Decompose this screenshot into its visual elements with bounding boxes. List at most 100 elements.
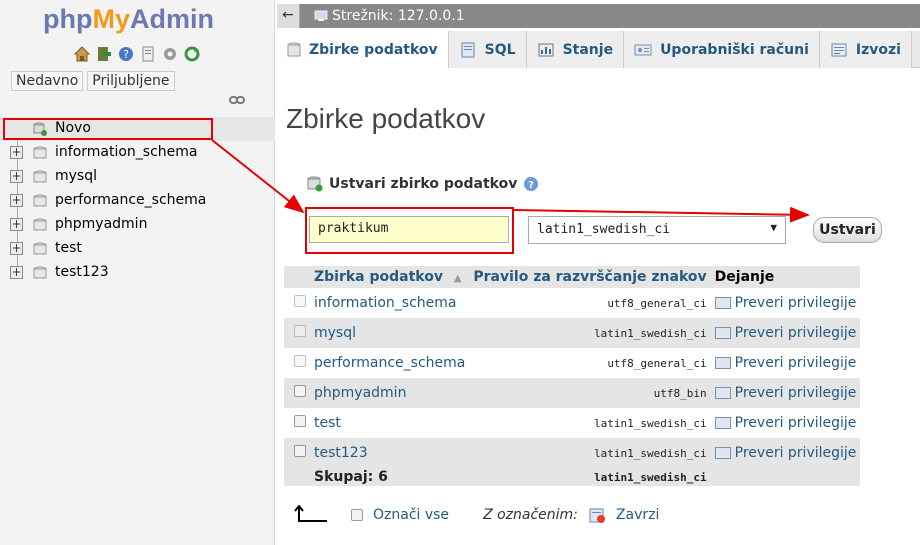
collation-cell: utf8_general_ci	[469, 348, 711, 378]
database-icon	[33, 218, 47, 231]
favorites-tab[interactable]: Priljubljene	[87, 71, 175, 91]
database-link[interactable]: mysql	[310, 318, 470, 348]
table-total-row: Skupaj: 6 latin1_swedish_ci	[284, 468, 861, 486]
database-link[interactable]: performance_schema	[310, 348, 470, 378]
row-checkbox[interactable]	[294, 445, 306, 457]
collation-cell: latin1_swedish_ci	[469, 438, 711, 468]
svg-text:?: ?	[528, 180, 534, 191]
check-privileges-link[interactable]: Preveri privilegije	[710, 378, 861, 408]
check-privileges-link[interactable]: Preveri privilegije	[710, 408, 861, 438]
tab-status[interactable]: Stanje	[526, 31, 625, 68]
database-link[interactable]: phpmyadmin	[310, 378, 470, 408]
tree-item-test[interactable]: + test	[0, 237, 275, 261]
nav-tabs: Nedavno Priljubljene	[11, 71, 175, 91]
new-database-icon	[307, 176, 323, 192]
tree-item-phpmyadmin[interactable]: + phpmyadmin	[0, 213, 275, 237]
database-link[interactable]: information_schema	[310, 288, 470, 318]
row-checkbox[interactable]	[294, 415, 306, 427]
tab-databases[interactable]: Zbirke podatkov	[277, 31, 449, 68]
privileges-icon	[714, 417, 731, 429]
database-icon	[287, 42, 301, 56]
table-row: mysql latin1_swedish_ci Preveri privileg…	[284, 318, 861, 348]
tree-item-test123[interactable]: + test123	[0, 261, 275, 285]
collation-select[interactable]: latin1_swedish_ci ▼	[528, 216, 786, 244]
table-row: test123 latin1_swedish_ci Preveri privil…	[284, 438, 861, 468]
select-all-label[interactable]: Označi vse	[373, 507, 449, 523]
home-icon[interactable]	[73, 45, 91, 63]
expand-icon[interactable]: +	[10, 146, 23, 159]
sql-icon	[461, 42, 475, 57]
database-link[interactable]: test	[310, 408, 470, 438]
tree-item-mysql[interactable]: + mysql	[0, 165, 275, 189]
help-icon[interactable]: ?	[523, 176, 539, 192]
header-collation[interactable]: Pravilo za razvrščanje znakov	[469, 266, 711, 288]
link-icon[interactable]	[229, 95, 245, 105]
databases-table: Zbirka podatkov ▲ Pravilo za razvrščanje…	[284, 266, 861, 486]
expand-icon[interactable]: +	[10, 266, 23, 279]
database-icon	[33, 146, 47, 159]
database-icon	[33, 266, 47, 279]
nav-icon-bar: ?	[73, 45, 201, 63]
chevron-down-icon: ▼	[770, 221, 777, 234]
table-row: test latin1_swedish_ci Preveri privilegi…	[284, 408, 861, 438]
annotation-box-novo	[3, 118, 213, 140]
row-checkbox[interactable]	[294, 385, 306, 397]
with-selected-label: Z označenim:	[483, 507, 578, 523]
expand-icon[interactable]: +	[10, 194, 23, 207]
reload-icon[interactable]	[183, 45, 201, 63]
database-icon	[33, 194, 47, 207]
phpmyadmin-logo[interactable]: phpMyAdmin	[43, 4, 214, 35]
logout-icon[interactable]	[95, 45, 113, 63]
collation-cell: utf8_general_ci	[469, 288, 711, 318]
page-title: Zbirke podatkov	[286, 103, 486, 134]
database-link[interactable]: test123	[310, 438, 470, 468]
row-checkbox	[294, 295, 306, 307]
total-collation: latin1_swedish_ci	[469, 468, 711, 486]
table-row: information_schema utf8_general_ci Preve…	[284, 288, 861, 318]
privileges-icon	[714, 387, 731, 399]
arrow-left-up-icon	[294, 505, 327, 522]
create-database-button[interactable]: Ustvari	[813, 217, 882, 243]
header-action: Dejanje	[710, 266, 861, 288]
check-privileges-link[interactable]: Preveri privilegije	[710, 288, 861, 318]
create-database-heading: Ustvari zbirko podatkov ?	[307, 176, 539, 192]
server-breadcrumb[interactable]: Strežnik: 127.0.0.1	[314, 8, 465, 24]
status-icon	[538, 43, 554, 56]
help-icon[interactable]: ?	[117, 45, 135, 63]
row-checkbox	[294, 355, 306, 367]
header-database[interactable]: Zbirka podatkov ▲	[310, 266, 470, 288]
check-privileges-link[interactable]: Preveri privilegije	[710, 348, 861, 378]
drop-button[interactable]: Zavrzi	[616, 507, 659, 523]
collation-cell: utf8_bin	[469, 378, 711, 408]
table-row: phpmyadmin utf8_bin Preveri privilegije	[284, 378, 861, 408]
tab-export[interactable]: Izvozi	[819, 31, 912, 68]
database-tree: Novo + information_schema + mysql + perf…	[0, 117, 275, 285]
database-icon	[33, 170, 47, 183]
tab-user-accounts[interactable]: Uporabniški računi	[624, 31, 820, 68]
table-row: performance_schema utf8_general_ci Preve…	[284, 348, 861, 378]
header-checkbox-col	[284, 266, 310, 288]
docs-icon[interactable]	[139, 45, 157, 63]
expand-icon[interactable]: +	[10, 242, 23, 255]
collation-cell: latin1_swedish_ci	[469, 318, 711, 348]
settings-gear-icon[interactable]	[161, 45, 179, 63]
expand-icon[interactable]: +	[10, 170, 23, 183]
tab-sql[interactable]: SQL	[448, 31, 527, 68]
check-privileges-link[interactable]: Preveri privilegije	[710, 438, 861, 468]
total-label: Skupaj: 6	[310, 468, 470, 486]
recent-tab[interactable]: Nedavno	[11, 71, 84, 91]
check-privileges-link[interactable]: Preveri privilegije	[710, 318, 861, 348]
tree-item-performance-schema[interactable]: + performance_schema	[0, 189, 275, 213]
tree-item-information-schema[interactable]: + information_schema	[0, 141, 275, 165]
bulk-actions-bar: Označi vse Z označenim: Zavrzi	[293, 505, 659, 525]
main-tabs: Zbirke podatkov SQL Stanje Uporabniški r…	[277, 31, 920, 68]
select-all-checkbox[interactable]	[351, 509, 363, 521]
svg-text:?: ?	[123, 48, 129, 61]
expand-icon[interactable]: +	[10, 218, 23, 231]
privileges-icon	[714, 297, 731, 309]
collapse-nav-button[interactable]: ←	[277, 4, 300, 28]
table-header-row: Zbirka podatkov ▲ Pravilo za razvrščanje…	[284, 266, 861, 288]
collation-cell: latin1_swedish_ci	[469, 408, 711, 438]
drop-icon[interactable]	[588, 506, 606, 524]
database-icon	[33, 242, 47, 255]
